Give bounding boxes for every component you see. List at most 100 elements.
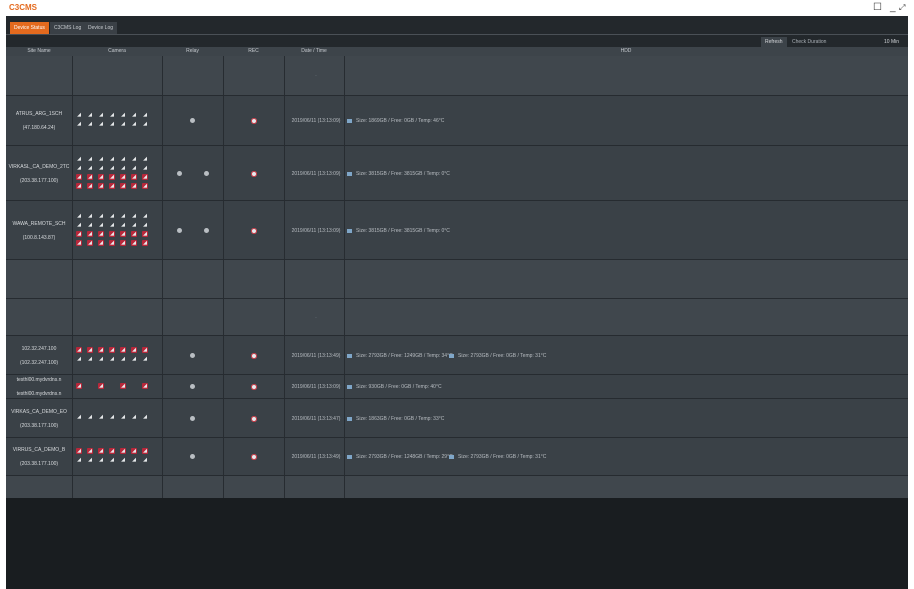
camera-icon[interactable]: ◢ <box>87 156 93 162</box>
table-row[interactable]: - <box>6 56 908 96</box>
camera-icon[interactable]: ◢ <box>120 382 126 389</box>
camera-icon[interactable]: ◢ <box>131 414 137 420</box>
camera-icon[interactable]: ◢ <box>109 457 115 463</box>
col-hdd[interactable]: HDD <box>344 47 908 56</box>
camera-icon[interactable]: ◢ <box>87 457 93 463</box>
maximize-icon[interactable]: ☐ <box>873 2 882 14</box>
camera-icon[interactable]: ◢ <box>120 182 126 189</box>
camera-icon[interactable]: ◢ <box>120 112 126 118</box>
camera-icon[interactable]: ◢ <box>87 165 93 171</box>
table-row[interactable]: VIRKASL_CA_DEMO_2TC (203.38.177.100) ◢ ◢ ◢ ◢ ◢… <box>6 146 908 201</box>
relay-icon[interactable] <box>177 170 182 176</box>
camera-icon[interactable]: ◢ <box>98 230 104 237</box>
col-site-name[interactable]: Site Name <box>6 47 72 56</box>
tab-device-status[interactable]: Device Status <box>10 22 49 34</box>
table-row[interactable]: testhl00.mydvrdns.n testhl00.mydvrdns.n ◢ ◢… <box>6 375 908 399</box>
camera-icon[interactable]: ◢ <box>142 182 148 189</box>
camera-icon[interactable]: ◢ <box>76 121 82 127</box>
camera-icon[interactable]: ◢ <box>131 230 137 237</box>
table-row[interactable]: VIRKAS_CA_DEMO_EO (203.38.177.100) ◢ ◢ ◢ ◢ ◢ ◢ ◢… <box>6 399 908 438</box>
camera-icon[interactable]: ◢ <box>120 414 126 420</box>
camera-icon[interactable]: ◢ <box>142 346 148 353</box>
camera-icon[interactable]: ◢ <box>109 448 115 454</box>
camera-icon[interactable]: ◢ <box>142 414 148 420</box>
camera-icon[interactable]: ◢ <box>131 448 137 454</box>
camera-icon[interactable]: ◢ <box>87 173 93 180</box>
camera-icon[interactable]: ◢ <box>76 356 82 362</box>
camera-icon[interactable]: ◢ <box>98 346 104 353</box>
tab-c3cms-log[interactable]: C3CMS Log <box>50 22 86 34</box>
camera-icon[interactable]: ◢ <box>109 356 115 362</box>
camera-icon[interactable]: ◢ <box>120 156 126 162</box>
camera-icon[interactable]: ◢ <box>76 156 82 162</box>
camera-icon[interactable]: ◢ <box>76 414 82 420</box>
col-rec[interactable]: REC <box>223 47 284 56</box>
camera-icon[interactable]: ◢ <box>142 173 148 180</box>
camera-icon[interactable]: ◢ <box>131 165 137 171</box>
camera-icon[interactable]: ◢ <box>109 239 115 246</box>
camera-icon[interactable]: ◢ <box>76 112 82 118</box>
camera-icon[interactable]: ◢ <box>142 457 148 463</box>
relay-icon[interactable] <box>190 384 195 389</box>
table-row[interactable]: WAWA_REMOTE_SCH (100.8.143.87) ◢ ◢ ◢ ◢ ◢ ◢ ◢ ◢ ◢ ◢ ◢… <box>6 201 908 260</box>
camera-icon[interactable]: ◢ <box>87 239 93 246</box>
camera-icon[interactable]: ◢ <box>87 230 93 237</box>
camera-icon[interactable]: ◢ <box>109 165 115 171</box>
camera-icon[interactable]: ◢ <box>87 414 93 420</box>
camera-icon[interactable]: ◢ <box>87 448 93 454</box>
camera-icon[interactable]: ◢ <box>76 182 82 189</box>
camera-icon[interactable]: ◢ <box>131 239 137 246</box>
col-date-time[interactable]: Date / Time <box>284 47 344 56</box>
relay-icon[interactable] <box>177 227 182 233</box>
camera-icon[interactable]: ◢ <box>98 182 104 189</box>
camera-icon[interactable]: ◢ <box>98 448 104 454</box>
camera-icon[interactable]: ◢ <box>87 121 93 127</box>
camera-icon[interactable]: ◢ <box>131 356 137 362</box>
camera-icon[interactable]: ◢ <box>142 112 148 118</box>
camera-icon[interactable]: ◢ <box>98 121 104 127</box>
check-duration-select[interactable]: 10 Min <box>884 37 899 47</box>
camera-icon[interactable]: ◢ <box>131 346 137 353</box>
camera-icon[interactable]: ◢ <box>98 112 104 118</box>
camera-icon[interactable]: ◢ <box>87 112 93 118</box>
camera-icon[interactable]: ◢ <box>131 156 137 162</box>
table-row[interactable]: VIRRUS_CA_DEMO_B (203.38.177.100) ◢ ◢ ◢ ◢ ◢ ◢ ◢ ◢… <box>6 438 908 476</box>
camera-icon[interactable]: ◢ <box>131 182 137 189</box>
camera-icon[interactable]: ◢ <box>87 356 93 362</box>
refresh-button[interactable]: Refresh <box>761 37 787 47</box>
camera-icon[interactable]: ◢ <box>98 165 104 171</box>
camera-icon[interactable]: ◢ <box>98 239 104 246</box>
table-row[interactable]: ATRUS_ARG_1SCH (47.180.64.24) ◢ ◢ ◢ ◢ ◢ ◢ ◢ ◢ ◢ ◢ ◢ ◢… <box>6 96 908 146</box>
camera-icon[interactable]: ◢ <box>120 346 126 353</box>
camera-icon[interactable]: ◢ <box>131 173 137 180</box>
camera-icon[interactable]: ◢ <box>131 112 137 118</box>
camera-icon[interactable]: ◢ <box>142 382 148 389</box>
camera-icon[interactable]: ◢ <box>120 239 126 246</box>
camera-icon[interactable]: ◢ <box>120 165 126 171</box>
camera-icon[interactable]: ◢ <box>109 222 115 228</box>
camera-icon[interactable]: ◢ <box>98 356 104 362</box>
camera-icon[interactable]: ◢ <box>109 182 115 189</box>
resize-icon[interactable]: ⤢ <box>899 2 905 14</box>
camera-icon[interactable]: ◢ <box>76 239 82 246</box>
table-row[interactable] <box>6 260 908 299</box>
camera-icon[interactable]: ◢ <box>109 121 115 127</box>
camera-icon[interactable]: ◢ <box>109 414 115 420</box>
camera-icon[interactable]: ◢ <box>120 448 126 454</box>
relay-icon[interactable] <box>190 352 195 358</box>
relay-icon[interactable] <box>190 118 195 123</box>
camera-icon[interactable]: ◢ <box>120 121 126 127</box>
table-row[interactable]: - <box>6 299 908 336</box>
camera-icon[interactable]: ◢ <box>109 112 115 118</box>
camera-icon[interactable]: ◢ <box>98 457 104 463</box>
relay-icon[interactable] <box>190 415 195 421</box>
camera-icon[interactable]: ◢ <box>98 213 104 219</box>
camera-icon[interactable]: ◢ <box>98 382 104 389</box>
camera-icon[interactable]: ◢ <box>98 173 104 180</box>
tab-device-log[interactable]: Device Log <box>84 22 118 34</box>
col-camera[interactable]: Camera <box>72 47 162 56</box>
camera-icon[interactable]: ◢ <box>142 121 148 127</box>
camera-icon[interactable]: ◢ <box>98 414 104 420</box>
relay-icon[interactable] <box>204 170 209 176</box>
camera-icon[interactable]: ◢ <box>87 182 93 189</box>
